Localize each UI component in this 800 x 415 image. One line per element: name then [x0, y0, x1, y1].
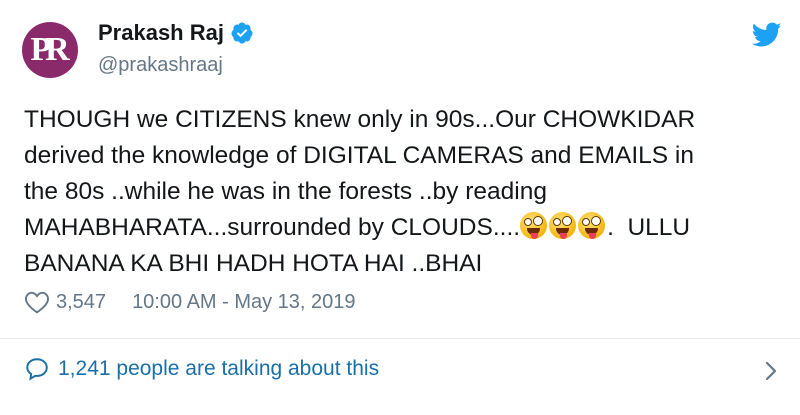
avatar[interactable]: PR: [22, 22, 78, 78]
chevron-right-icon[interactable]: [764, 360, 778, 382]
author-name[interactable]: Prakash Raj: [98, 20, 224, 46]
author-handle[interactable]: @prakashraaj: [98, 54, 223, 77]
twitter-bird-icon[interactable]: [752, 22, 782, 48]
talking-about-text: 1,241 people are talking about this: [58, 357, 380, 380]
zany-face-emoji-icon: [549, 212, 577, 239]
avatar-monogram: PR: [30, 31, 69, 68]
tweet-meta: 3,547 10:00 AM - May 13, 2019: [24, 290, 356, 314]
author-name-row: Prakash Raj: [98, 20, 254, 46]
tweet-line-4: MAHABHARATA...surrounded by CLOUDS....: [24, 214, 521, 241]
zany-face-emoji-icon: [578, 212, 606, 239]
tweet-line-1: THOUGH we CITIZENS knew only in 90s...Ou…: [24, 106, 696, 133]
timestamp[interactable]: 10:00 AM - May 13, 2019: [132, 291, 355, 314]
tweet-line-4-tail: . ULLU: [607, 214, 691, 241]
tweet-line-3: the 80s ..while he was in the forests ..…: [24, 178, 547, 205]
like-count[interactable]: 3,547: [56, 291, 106, 314]
heart-icon[interactable]: [24, 290, 50, 314]
verified-badge-icon: [231, 22, 253, 44]
comment-bubble-icon: [26, 358, 48, 381]
divider: [0, 338, 800, 339]
tweet-text: THOUGH we CITIZENS knew only in 90s...Ou…: [24, 102, 784, 282]
tweet-line-5: BANANA KA BHI HADH HOTA HAI ..BHAI: [24, 250, 483, 277]
talking-about-link[interactable]: 1,241 people are talking about this: [24, 356, 379, 382]
tweet-card: PR Prakash Raj @prakashraaj THOUGH we CI…: [0, 0, 800, 415]
tweet-line-2: derived the knowledge of DIGITAL CAMERAS…: [24, 142, 694, 169]
zany-face-emoji-icon: [520, 212, 548, 239]
